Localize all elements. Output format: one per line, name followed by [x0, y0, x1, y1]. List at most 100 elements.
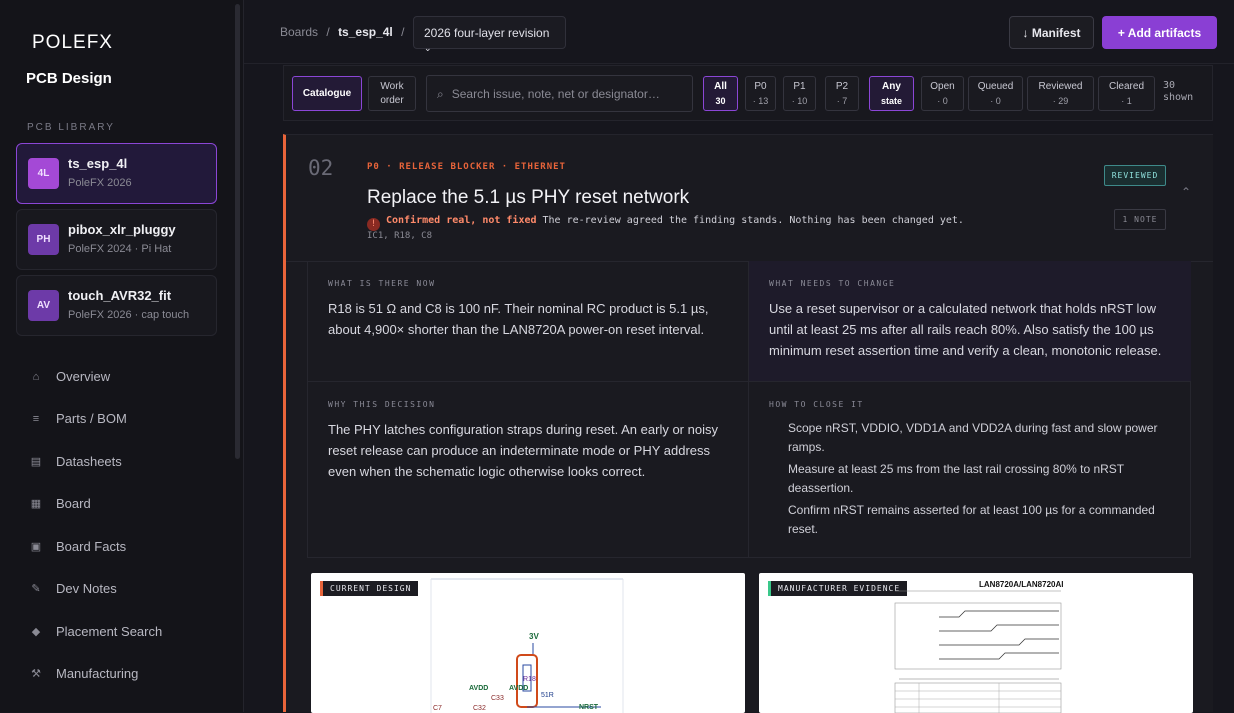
filter-state-any[interactable]: Any state [869, 76, 914, 111]
board-item-ts-esp-4l[interactable]: 4L ts_esp_4l PoleFX 2026 [16, 143, 217, 204]
shown-count: 30 shown [1163, 80, 1193, 104]
nav-label: Board Facts [56, 539, 127, 554]
search-input[interactable]: ⌕ Search issue, note, net or designator… [426, 75, 693, 112]
filter-label: Any [882, 80, 901, 92]
svg-text:NRST: NRST [579, 704, 599, 711]
app-title: PCB Design [26, 70, 112, 87]
filter-label: All [714, 80, 727, 92]
change-text: Use a reset supervisor or a calculated n… [769, 301, 1162, 358]
filter-state-cleared[interactable]: Cleared · 1 [1098, 76, 1155, 111]
why-cell: WHY THIS DECISION The PHY latches config… [308, 382, 749, 558]
nav-board-facts[interactable]: ▣ Board Facts [29, 539, 126, 554]
close-heading: HOW TO CLOSE IT [769, 400, 864, 409]
search-icon: ⌕ [437, 87, 444, 101]
board-name: ts_esp_4l [68, 156, 128, 171]
svg-text:51R: 51R [541, 692, 554, 699]
nav-label: Board [56, 496, 91, 511]
shown-number: 30 [1163, 80, 1176, 91]
issue-status: ! Confirmed real, not fixed The re-review … [367, 215, 964, 231]
breadcrumb: Boards / ts_esp_4l / [280, 25, 409, 39]
filter-state-reviewed[interactable]: Reviewed · 29 [1027, 76, 1094, 111]
manifest-button[interactable]: ↓ Manifest [1009, 16, 1094, 49]
issue-title: Replace the 5.1 µs PHY reset network [367, 187, 690, 208]
filter-label: P0 [754, 80, 767, 92]
view-label: Catalogue [302, 87, 352, 99]
sidebar-scrollbar[interactable] [235, 4, 240, 459]
nav-placement-search[interactable]: ◆ Placement Search [29, 624, 162, 639]
nav-board[interactable]: ▦ Board [29, 496, 91, 511]
filter-count: · 13 [752, 95, 769, 106]
facts-icon: ▣ [30, 541, 42, 553]
view-label: order [380, 94, 404, 106]
board-subtitle: PoleFX 2024 · Pi Hat [68, 243, 172, 255]
filter-count: · 1 [1121, 95, 1132, 106]
manufacturer-evidence-panel[interactable]: MANUFACTURER EVIDENCE LAN8720A/LAN8720AI [759, 573, 1193, 713]
nav-datasheets[interactable]: ▤ Datasheets [29, 454, 122, 469]
board-item-touch-avr32-fit[interactable]: AV touch_AVR32_fit PoleFX 2026 · cap tou… [16, 275, 217, 336]
svg-text:AVDD: AVDD [509, 685, 528, 692]
note-chip[interactable]: 1 NOTE [1114, 209, 1166, 230]
filter-label: Queued [977, 80, 1014, 92]
document-icon: ▤ [30, 456, 42, 468]
filter-state-queued[interactable]: Queued · 0 [968, 76, 1023, 111]
sidebar: POLEFX PCB Design PCB LIBRARY 4L ts_esp_… [0, 0, 244, 712]
crumb-separator: / [326, 25, 330, 39]
nav-label: Overview [56, 369, 111, 384]
nav-parts-bom[interactable]: ≡ Parts / BOM [29, 411, 127, 426]
filter-priority-p0[interactable]: P0 · 13 [745, 76, 776, 111]
board-badge: AV [28, 290, 59, 321]
svg-text:C7: C7 [433, 705, 442, 712]
list-icon: ≡ [32, 412, 40, 425]
filter-label: Reviewed [1038, 80, 1083, 92]
current-design-panel[interactable]: CURRENT DESIGN 3V R18 51R AVDD AVDD C33 … [311, 573, 745, 713]
close-cell: HOW TO CLOSE IT Scope nRST, VDDIO, VDD1A… [749, 382, 1191, 558]
view-catalogue[interactable]: Catalogue [292, 76, 362, 111]
board-subtitle: PoleFX 2026 [68, 177, 132, 189]
issue-tagline: P0 · RELEASE BLOCKER · ETHERNET [367, 162, 566, 172]
filter-count: · 7 [836, 95, 848, 106]
board-item-pibox-xlr-pluggy[interactable]: PH pibox_xlr_pluggy PoleFX 2024 · Pi Hat [16, 209, 217, 270]
search-placeholder: Search issue, note, net or designator… [451, 87, 660, 101]
view-work-order[interactable]: Work order [368, 76, 416, 111]
svg-text:POLEFX: POLEFX [32, 32, 113, 53]
filter-priority-p2[interactable]: P2 · 7 [825, 76, 859, 111]
board-name: touch_AVR32_fit [68, 288, 172, 303]
why-heading: WHY THIS DECISION [328, 400, 436, 409]
nav-manufacturing[interactable]: ⚒ Manufacturing [29, 666, 138, 681]
why-text: The PHY latches configuration straps dur… [328, 422, 718, 479]
filter-count: · 0 [990, 95, 1001, 106]
revision-select[interactable]: 2026 four-layer revision ⌄ [413, 16, 566, 53]
decision-grid: WHAT IS THERE NOW R18 is 51 Ω and C8 is … [307, 261, 1191, 558]
svg-text:C32: C32 [473, 705, 486, 712]
filter-label: P1 [793, 80, 806, 92]
datasheet-image: LAN8720A/LAN8720AI [894, 580, 1063, 713]
add-artifacts-button[interactable]: + Add artifacts [1102, 16, 1217, 49]
board-icon: ▦ [30, 498, 42, 510]
view-label: Work [380, 80, 404, 92]
status-text: The re-review agreed the finding stands.… [542, 215, 964, 226]
filter-priority-p1[interactable]: P1 · 10 [783, 76, 816, 111]
crumb-board[interactable]: ts_esp_4l [338, 25, 393, 39]
filter-priority-all[interactable]: All 30 [703, 76, 738, 111]
svg-text:AVDD: AVDD [469, 685, 488, 692]
issue-designators: IC1, R18, C8 [367, 231, 433, 241]
nav-overview[interactable]: ⌂ Overview [29, 369, 111, 384]
collapse-chevron-icon[interactable]: ⌃ [1181, 185, 1191, 199]
board-badge: PH [28, 224, 59, 255]
nav-label: Dev Notes [56, 581, 117, 596]
filter-count: · 10 [791, 95, 808, 106]
nav-label: Manufacturing [56, 666, 139, 681]
svg-text:LAN8720A/LAN8720AI: LAN8720A/LAN8720AI [979, 580, 1063, 589]
nav-label: Placement Search [56, 624, 163, 639]
diamond-icon: ◆ [31, 626, 41, 638]
change-cell: WHAT NEEDS TO CHANGE Use a reset supervi… [749, 261, 1191, 382]
status-key: Confirmed real, not fixed [386, 215, 537, 226]
crumb-boards[interactable]: Boards [280, 25, 318, 39]
filter-count: 30 [715, 95, 726, 106]
svg-text:3V: 3V [529, 632, 539, 641]
filter-count: state [880, 95, 902, 106]
filter-state-open[interactable]: Open · 0 [921, 76, 964, 111]
nav-dev-notes[interactable]: ✎ Dev Notes [29, 581, 117, 596]
board-badge: 4L [28, 158, 59, 189]
board-subtitle: PoleFX 2026 · cap touch [68, 309, 190, 321]
